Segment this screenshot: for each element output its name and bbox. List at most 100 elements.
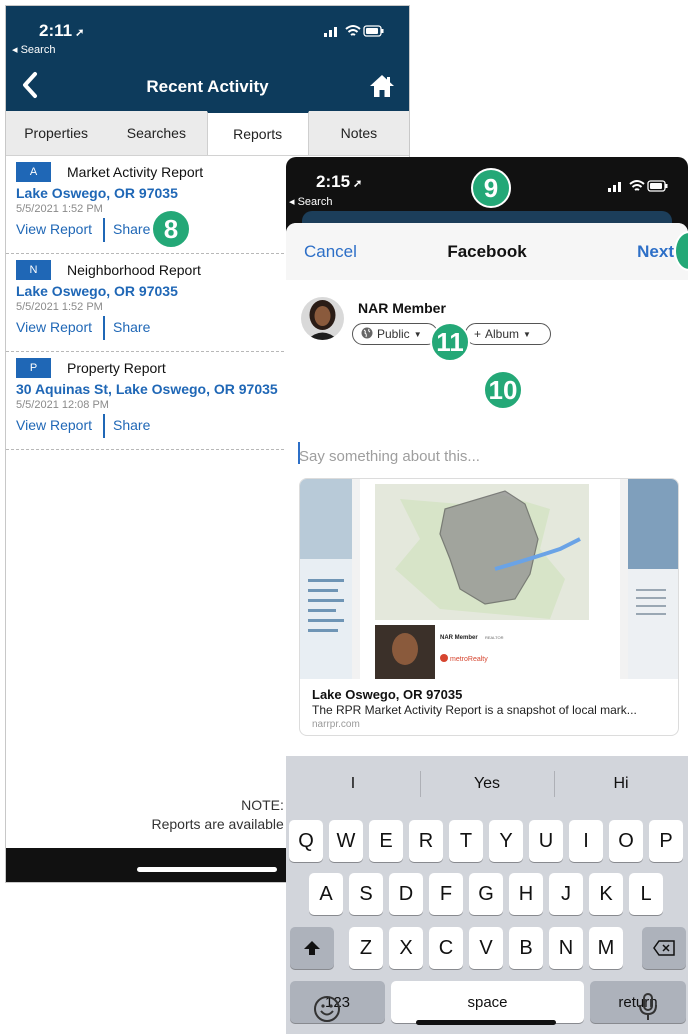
report-type: Market Activity Report: [67, 164, 204, 180]
home-icon[interactable]: [369, 73, 395, 99]
suggestion-item[interactable]: Hi: [554, 756, 688, 811]
key-w[interactable]: W: [329, 820, 363, 862]
report-date: 5/5/2021 1:52 PM: [16, 301, 103, 313]
composer-header: Cancel Facebook Next: [286, 223, 688, 280]
view-report-link[interactable]: View Report: [16, 319, 92, 335]
signal-wifi-battery-icon: [324, 24, 384, 41]
key-c[interactable]: C: [429, 927, 463, 969]
step-marker-8: 8: [151, 209, 191, 249]
status-bar: 2:11 ➚ ◂ Search: [6, 6, 409, 66]
key-r[interactable]: R: [409, 820, 443, 862]
next-button[interactable]: Next: [637, 242, 674, 262]
link-preview-description: The RPR Market Activity Report is a snap…: [312, 703, 637, 717]
key-q[interactable]: Q: [289, 820, 323, 862]
key-t[interactable]: T: [449, 820, 483, 862]
report-address[interactable]: 30 Aquinas St, Lake Oswego, OR 97035: [16, 381, 278, 397]
view-report-link[interactable]: View Report: [16, 417, 92, 433]
link-preview-card[interactable]: NAR Member REALTOR metroRealty Lake Oswe…: [299, 478, 679, 736]
home-indicator[interactable]: [416, 1020, 556, 1025]
key-e[interactable]: E: [369, 820, 403, 862]
suggestion-item[interactable]: I: [286, 756, 420, 811]
key-y[interactable]: Y: [489, 820, 523, 862]
caret-down-icon: ▼: [413, 329, 422, 339]
audience-album-selector[interactable]: + Album ▼: [465, 323, 551, 345]
key-z[interactable]: Z: [349, 927, 383, 969]
delete-key[interactable]: [642, 927, 686, 969]
tab-reports[interactable]: Reports: [206, 111, 309, 155]
key-l[interactable]: L: [629, 873, 663, 915]
link-preview-title: Lake Oswego, OR 97035: [312, 687, 463, 702]
report-type-badge: A: [16, 162, 51, 182]
report-type-badge: N: [16, 260, 51, 280]
share-report-link[interactable]: Share: [113, 319, 150, 335]
location-arrow-icon: ➚: [353, 178, 363, 190]
report-date: 5/5/2021 1:52 PM: [16, 203, 103, 215]
tab-bar: Properties Searches Reports Notes: [6, 111, 409, 156]
link-divider: [103, 414, 105, 438]
predictive-text-bar: I Yes Hi: [286, 756, 688, 811]
key-h[interactable]: H: [509, 873, 543, 915]
report-address[interactable]: Lake Oswego, OR 97035: [16, 185, 178, 201]
key-x[interactable]: X: [389, 927, 423, 969]
agent-name-thumbnail: NAR Member: [440, 635, 478, 641]
navigation-bar: Recent Activity: [6, 66, 409, 111]
share-report-link[interactable]: Share: [113, 417, 150, 433]
report-type: Neighborhood Report: [67, 262, 201, 278]
link-preview-domain: narrpr.com: [312, 719, 360, 730]
album-label: Album: [485, 327, 520, 341]
key-o[interactable]: O: [609, 820, 643, 862]
key-j[interactable]: J: [549, 873, 583, 915]
key-p[interactable]: P: [649, 820, 683, 862]
view-report-link[interactable]: View Report: [16, 221, 92, 237]
link-divider: [103, 316, 105, 340]
tab-searches[interactable]: Searches: [106, 111, 206, 155]
key-s[interactable]: S: [349, 873, 383, 915]
location-arrow-icon: ➚: [75, 27, 85, 39]
plus-icon: +: [474, 327, 482, 341]
key-d[interactable]: D: [389, 873, 423, 915]
key-a[interactable]: A: [309, 873, 343, 915]
link-divider: [103, 218, 105, 242]
home-indicator[interactable]: [137, 867, 277, 872]
step-marker-10: 10: [483, 370, 523, 410]
facebook-composer-sheet: Cancel Facebook Next NAR Member Public ▼…: [286, 223, 688, 1034]
user-name: NAR Member: [358, 300, 446, 316]
composer-title: Facebook: [447, 242, 527, 261]
key-g[interactable]: G: [469, 873, 503, 915]
shift-arrow-icon: [304, 941, 320, 955]
back-to-app-link[interactable]: ◂ Search: [289, 195, 332, 208]
status-time: 2:11 ➚: [39, 21, 85, 40]
back-to-app-link[interactable]: ◂ Search: [12, 43, 55, 56]
step-marker-9: 9: [471, 168, 511, 208]
shift-key[interactable]: [290, 927, 334, 969]
brokerage-logo-thumbnail: metroRealty: [450, 656, 488, 663]
step-marker-11: 11: [430, 322, 470, 362]
suggestion-item[interactable]: Yes: [420, 756, 554, 811]
report-type: Property Report: [67, 360, 166, 376]
key-n[interactable]: N: [549, 927, 583, 969]
report-date: 5/5/2021 12:08 PM: [16, 399, 109, 411]
space-key[interactable]: space: [391, 981, 584, 1023]
audience-public-selector[interactable]: Public ▼: [352, 323, 438, 345]
key-k[interactable]: K: [589, 873, 623, 915]
audience-public-label: Public: [377, 327, 410, 341]
globe-icon: [361, 327, 373, 342]
agent-title-thumbnail: REALTOR: [485, 635, 504, 640]
report-address[interactable]: Lake Oswego, OR 97035: [16, 283, 178, 299]
tab-notes[interactable]: Notes: [309, 111, 409, 155]
microphone-icon[interactable]: [637, 992, 659, 1022]
share-report-link[interactable]: Share: [113, 221, 150, 237]
key-m[interactable]: M: [589, 927, 623, 969]
report-thumbnail: NAR Member REALTOR metroRealty: [300, 479, 678, 679]
signal-wifi-battery-icon: [608, 179, 668, 196]
facebook-share-screen: 2:15 ➚ ◂ Search Cancel Facebook Next NAR …: [286, 157, 688, 1034]
emoji-icon[interactable]: [313, 995, 341, 1023]
key-f[interactable]: F: [429, 873, 463, 915]
key-b[interactable]: B: [509, 927, 543, 969]
post-text-input[interactable]: Say something about this...: [299, 448, 480, 465]
key-u[interactable]: U: [529, 820, 563, 862]
status-time: 2:15 ➚: [316, 172, 363, 191]
key-v[interactable]: V: [469, 927, 503, 969]
tab-properties[interactable]: Properties: [6, 111, 106, 155]
key-i[interactable]: I: [569, 820, 603, 862]
